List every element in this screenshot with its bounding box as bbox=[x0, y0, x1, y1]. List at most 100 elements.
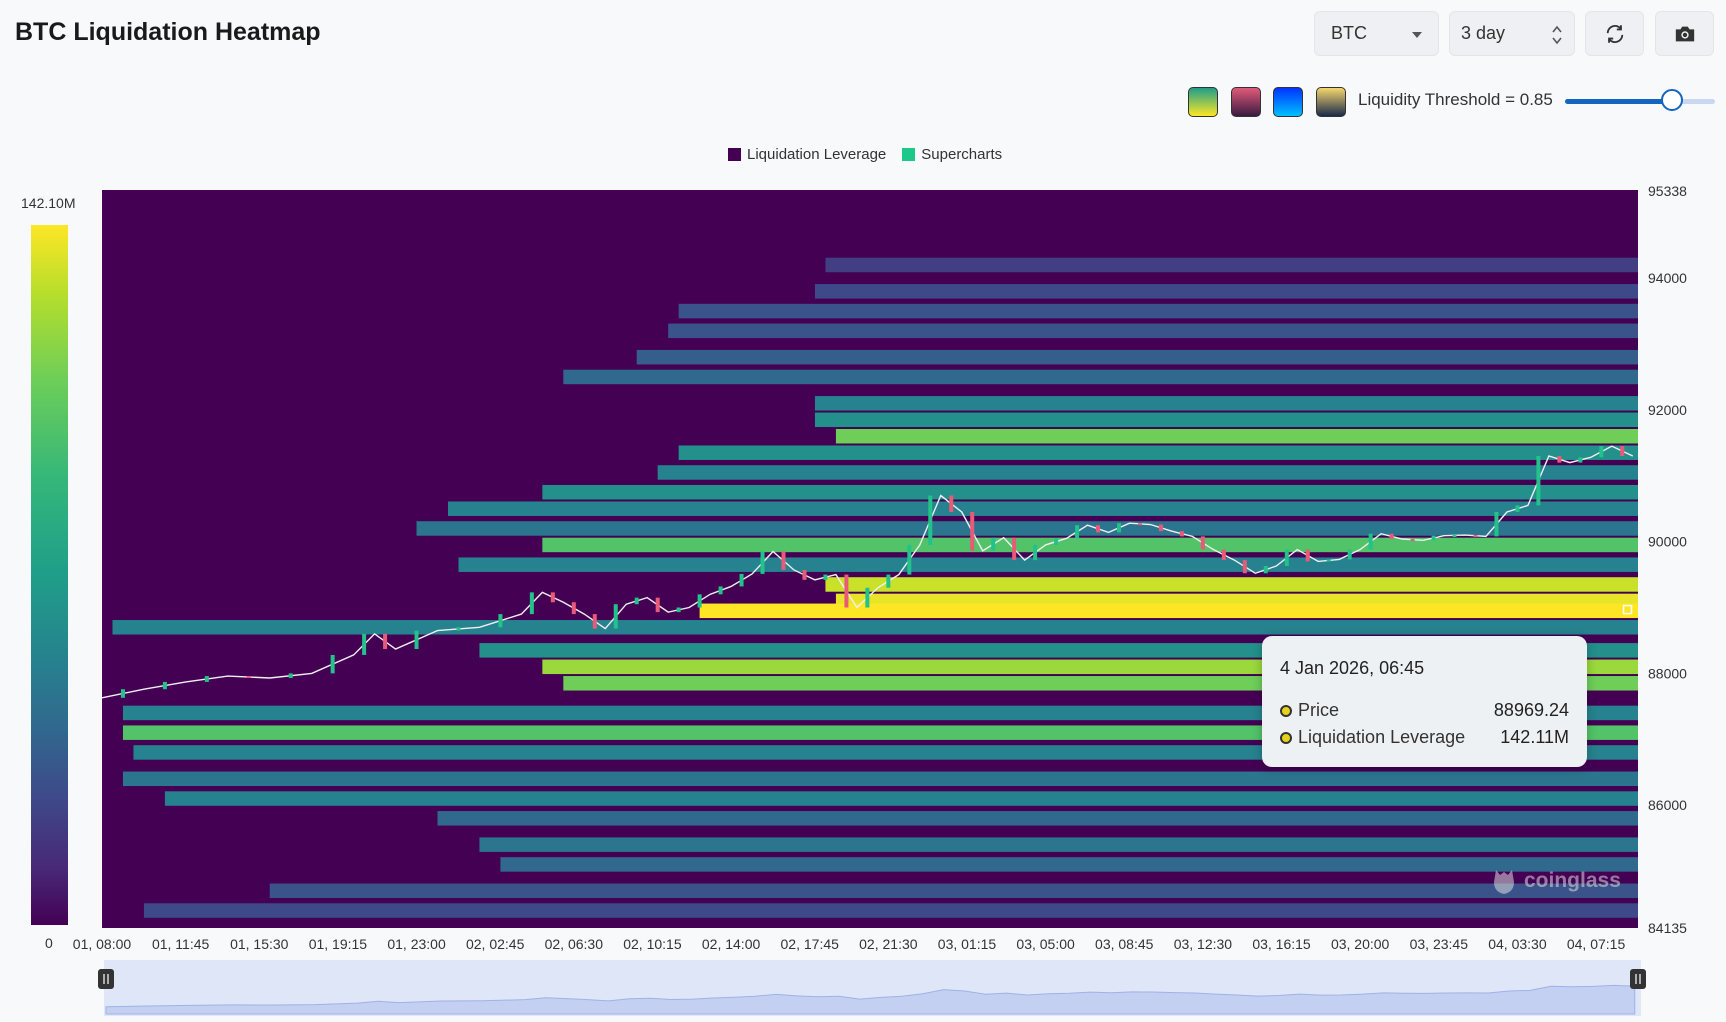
x-tick-label: 03, 16:15 bbox=[1252, 936, 1311, 952]
y-tick-label: 90000 bbox=[1648, 534, 1687, 550]
price-candle bbox=[1075, 525, 1080, 539]
price-candle bbox=[204, 676, 209, 682]
coinglass-logo-icon bbox=[1494, 870, 1514, 894]
price-candle bbox=[1326, 559, 1331, 562]
price-candle bbox=[550, 592, 555, 603]
y-tick-label: 95338 bbox=[1648, 183, 1687, 199]
price-candle bbox=[362, 633, 367, 655]
liquidation-band bbox=[542, 484, 1638, 500]
price-candle bbox=[1117, 523, 1122, 533]
price-candle bbox=[162, 681, 167, 690]
x-tick-label: 04, 07:15 bbox=[1567, 936, 1626, 952]
price-candle bbox=[1200, 536, 1205, 550]
price-candle bbox=[1096, 525, 1101, 533]
price-candle bbox=[1137, 523, 1142, 526]
x-tick-label: 03, 20:00 bbox=[1331, 936, 1390, 952]
price-candle bbox=[456, 627, 461, 631]
price-candle bbox=[1158, 524, 1163, 532]
tooltip-leverage-label: Liquidation Leverage bbox=[1298, 727, 1466, 747]
price-candle bbox=[1221, 549, 1226, 561]
liquidation-band bbox=[122, 771, 1639, 787]
liquidation-band bbox=[458, 557, 1639, 572]
coinglass-watermark: coinglass bbox=[1490, 866, 1621, 896]
chart-tooltip: 4 Jan 2026, 06:45 Price 88969.24 Liquida… bbox=[1262, 636, 1587, 767]
y-tick-label: 94000 bbox=[1648, 270, 1687, 286]
tooltip-marker bbox=[1280, 731, 1292, 744]
price-candle bbox=[1263, 566, 1268, 574]
price-candle bbox=[655, 597, 660, 613]
price-candle bbox=[592, 614, 597, 629]
price-candle bbox=[1473, 535, 1478, 538]
tooltip-leverage-row: Liquidation Leverage 142.11M bbox=[1280, 724, 1569, 751]
price-candle bbox=[1494, 511, 1499, 537]
tooltip-price-row: Price 88969.24 bbox=[1280, 697, 1569, 724]
price-candle bbox=[970, 511, 975, 551]
liquidation-band bbox=[542, 537, 1638, 553]
price-candle bbox=[907, 544, 912, 575]
liquidation-band bbox=[678, 303, 1638, 319]
x-tick-label: 02, 02:45 bbox=[466, 936, 525, 952]
price-candle bbox=[802, 569, 807, 580]
price-candle bbox=[613, 604, 618, 629]
y-tick-label: 92000 bbox=[1648, 402, 1687, 418]
tooltip-price-value: 88969.24 bbox=[1493, 700, 1569, 720]
price-candle bbox=[1368, 533, 1373, 550]
liquidation-band bbox=[814, 412, 1638, 428]
price-candle bbox=[1557, 456, 1562, 463]
price-candle bbox=[928, 495, 933, 545]
liquidation-band bbox=[269, 883, 1638, 899]
x-tick-label: 03, 01:15 bbox=[938, 936, 997, 952]
tooltip-price-label: Price bbox=[1298, 700, 1340, 720]
y-tick-label: 88000 bbox=[1648, 665, 1687, 681]
x-tick-label: 04, 03:30 bbox=[1488, 936, 1547, 952]
price-candle bbox=[1179, 531, 1184, 537]
liquidation-band bbox=[668, 323, 1638, 339]
liquidation-band bbox=[825, 577, 1638, 592]
tooltip-marker bbox=[1280, 704, 1292, 717]
x-tick-label: 01, 11:45 bbox=[152, 936, 210, 952]
x-tick-label: 02, 14:00 bbox=[702, 936, 761, 952]
price-candle bbox=[120, 689, 125, 698]
price-candle bbox=[676, 607, 681, 613]
x-tick-label: 02, 21:30 bbox=[859, 936, 918, 952]
price-candle bbox=[383, 633, 388, 650]
x-tick-label: 01, 08:00 bbox=[73, 936, 132, 952]
price-candle bbox=[414, 630, 419, 650]
x-tick-label: 03, 05:00 bbox=[1016, 936, 1075, 952]
x-tick-label: 02, 17:45 bbox=[781, 936, 840, 952]
y-tick-label: 84135 bbox=[1648, 920, 1687, 936]
price-candle bbox=[823, 574, 828, 580]
x-tick-label: 03, 08:45 bbox=[1095, 936, 1154, 952]
price-candle bbox=[949, 495, 954, 512]
price-candle bbox=[1452, 535, 1457, 538]
price-candle bbox=[760, 551, 765, 574]
price-candle bbox=[865, 587, 870, 608]
price-candle bbox=[718, 586, 723, 595]
liquidation-band bbox=[636, 349, 1638, 365]
liquidation-band bbox=[657, 465, 1638, 480]
liquidation-band bbox=[447, 501, 1638, 516]
navigator-left-handle[interactable] bbox=[98, 969, 114, 989]
price-candle bbox=[1389, 533, 1394, 540]
navigator-right-handle[interactable] bbox=[1630, 969, 1646, 989]
x-tick-label: 02, 10:15 bbox=[623, 936, 682, 952]
heatmap-chart[interactable]: 01, 08:00 01, 11:45 01, 15:30 01, 19:15 01, … bbox=[0, 0, 1726, 1022]
x-tick-label: 01, 23:00 bbox=[387, 936, 446, 952]
price-candle bbox=[1242, 560, 1247, 574]
price-candle bbox=[781, 551, 786, 570]
price-candle bbox=[1515, 505, 1520, 512]
price-candle bbox=[1305, 549, 1310, 562]
liquidation-band bbox=[835, 428, 1638, 444]
y-tick-label: 86000 bbox=[1648, 797, 1687, 813]
price-candle bbox=[571, 602, 576, 615]
price-candle bbox=[529, 592, 534, 615]
price-candle bbox=[1054, 538, 1059, 545]
price-candle bbox=[288, 673, 293, 679]
price-candle bbox=[697, 594, 702, 608]
liquidation-band bbox=[112, 620, 1639, 635]
price-candle bbox=[739, 573, 744, 587]
x-tick-label: 01, 15:30 bbox=[230, 936, 289, 952]
liquidation-band bbox=[678, 445, 1638, 460]
liquidation-band bbox=[814, 284, 1638, 299]
liquidation-band bbox=[164, 791, 1639, 806]
